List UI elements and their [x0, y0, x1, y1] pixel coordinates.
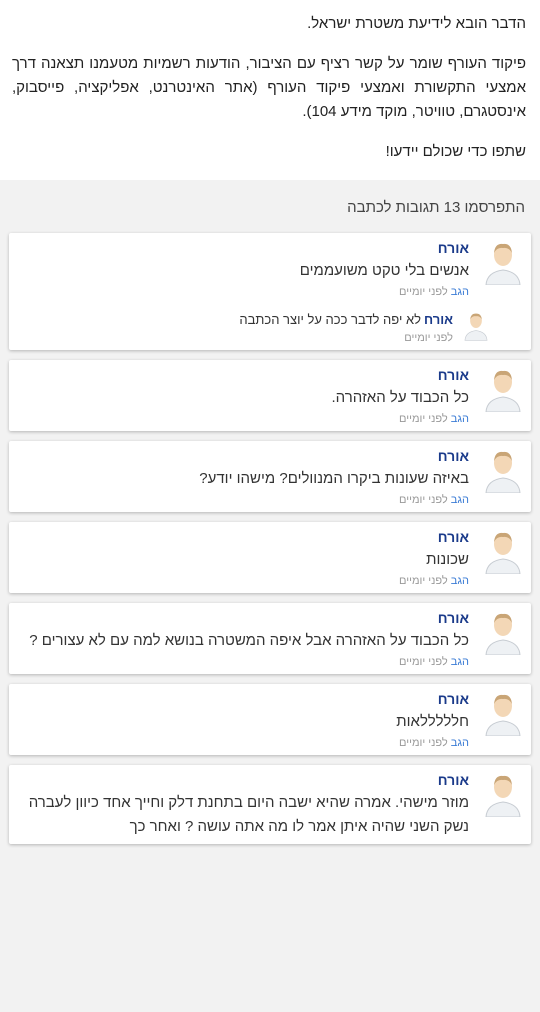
comment-meta: הגב לפני יומיים: [19, 736, 469, 750]
comment-text: כל הכבוד על האזהרה.: [331, 389, 469, 406]
reply-author[interactable]: אורח: [424, 312, 453, 327]
comment-author[interactable]: אורח: [19, 447, 469, 465]
comment-author[interactable]: אורח: [19, 690, 469, 708]
comment-author[interactable]: אורח: [19, 366, 469, 384]
user-avatar-icon: [483, 530, 523, 574]
user-avatar-icon: [483, 241, 523, 285]
comment-meta: הגב לפני יומיים: [19, 655, 469, 669]
reply-link[interactable]: הגב: [451, 737, 469, 749]
reply-text: לא יפה לדבר ככה על יוצר הכתבה: [239, 312, 421, 327]
comment-time: לפני יומיים: [398, 737, 448, 749]
reply-link[interactable]: הגב: [451, 575, 469, 587]
user-avatar-icon: [483, 368, 523, 412]
comment-meta: הגב לפני יומיים: [19, 493, 469, 507]
comment-author[interactable]: אורח: [19, 771, 469, 789]
comment-card: אורח שכונות הגב לפני יומיים: [9, 522, 531, 593]
comment-card: אורח כל הכבוד על האזהרה. הגב לפני יומיים: [9, 360, 531, 431]
comment-author[interactable]: אורח: [19, 609, 469, 627]
nested-reply: אורחלא יפה לדבר ככה על יוצר הכתבה לפני י…: [19, 311, 523, 345]
article-body: הדבר הובא לידיעת משטרת ישראל. פיקוד העור…: [0, 0, 540, 164]
comments-section: התפרסמו 13 תגובות לכתבה אורח אנשים בלי ט…: [0, 180, 540, 1012]
reply-link[interactable]: הגב: [451, 494, 469, 506]
reply-link[interactable]: הגב: [451, 656, 469, 668]
user-avatar-icon: [483, 449, 523, 493]
comment-meta: הגב לפני יומיים: [19, 574, 469, 588]
comments-title: התפרסמו 13 תגובות לכתבה: [347, 199, 525, 216]
comment-author[interactable]: אורח: [19, 528, 469, 546]
comment-text: אנשים בלי טקט משועממים: [299, 262, 469, 279]
comment-time: לפני יומיים: [398, 286, 448, 298]
comment-time: לפני יומיים: [398, 413, 448, 425]
comment-text: באיזה שעונות ביקרו המנוולים? מישהו יודע?: [199, 470, 469, 487]
reply-link[interactable]: הגב: [451, 413, 469, 425]
comment-card: אורח אנשים בלי טקט משועממים הגב לפני יומ…: [9, 233, 531, 350]
comment-meta: הגב לפני יומיים: [19, 285, 469, 299]
comment-text: כל הכבוד על האזהרה אבל איפה המשטרה בנושא…: [29, 632, 469, 649]
article-paragraph-3: שתפו כדי שכולם יידעו!: [385, 143, 526, 160]
comment-text: מוזר מישהי. אמרה שהיא ישבה היום בתחנת דל…: [28, 794, 469, 835]
comment-text: שכונות: [426, 551, 469, 568]
reply-time: לפני יומיים: [404, 332, 453, 344]
reply-link[interactable]: הגב: [451, 286, 469, 298]
article-paragraph-2: פיקוד העורף שומר על קשר רציף עם הציבור, …: [12, 55, 526, 120]
comment-card: אורח כל הכבוד על האזהרה אבל איפה המשטרה …: [9, 603, 531, 674]
article-paragraph-1: הדבר הובא לידיעת משטרת ישראל.: [307, 15, 526, 32]
comment-card: אורח חלללללאות הגב לפני יומיים: [9, 684, 531, 755]
comment-text: חלללללאות: [396, 713, 469, 730]
comment-author[interactable]: אורח: [19, 239, 469, 257]
comment-card: אורח באיזה שעונות ביקרו המנוולים? מישהו …: [9, 441, 531, 512]
user-avatar-icon: [483, 692, 523, 736]
comment-meta: הגב לפני יומיים: [19, 412, 469, 426]
comment-time: לפני יומיים: [398, 656, 448, 668]
user-avatar-icon: [463, 311, 489, 341]
user-avatar-icon: [483, 773, 523, 817]
comment-time: לפני יומיים: [398, 494, 448, 506]
user-avatar-icon: [483, 611, 523, 655]
comment-card: אורח מוזר מישהי. אמרה שהיא ישבה היום בתח…: [9, 765, 531, 844]
comment-time: לפני יומיים: [398, 575, 448, 587]
